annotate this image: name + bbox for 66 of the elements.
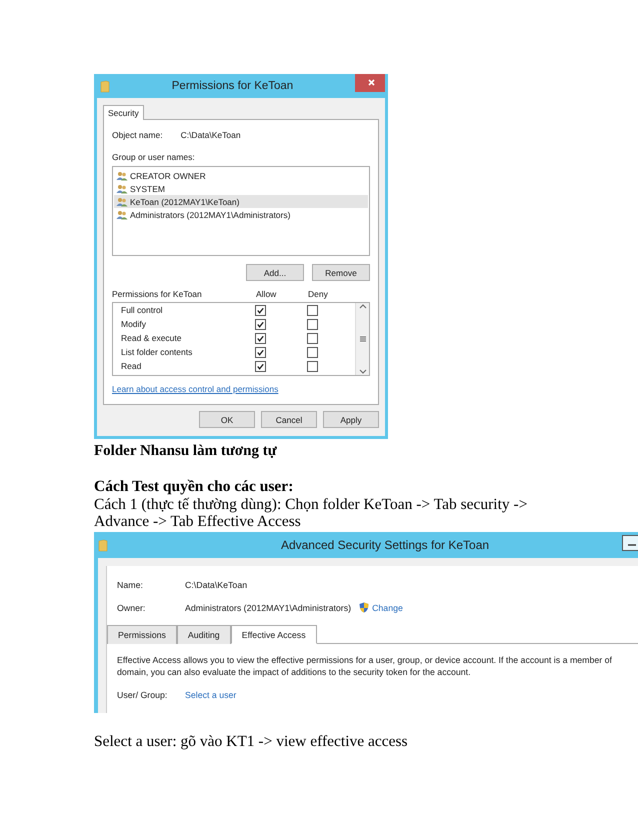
allow-checkbox[interactable] [255,346,266,358]
folder-icon [98,538,108,552]
change-link[interactable]: Change [372,602,403,612]
field-label: Owner: [117,602,146,612]
note-text: Folder Nhansu làm tương tự [94,443,278,460]
description-text: Effective Access allows you to view the effective permissions for a user, group, or device account. If the account is a member of [117,654,613,666]
list-label: Permissions for KeToan [112,289,203,299]
tab[interactable]: Auditing [176,625,231,644]
scrollbar[interactable] [355,303,369,375]
user-item[interactable]: SYSTEM [114,182,368,195]
users-icon [116,196,128,206]
users-icon [116,170,128,180]
user-item[interactable]: Administrators (2012MAY1\Administrators) [114,208,368,221]
dialog-button[interactable]: Apply [323,411,379,428]
owner-name: Administrators (2012MAY1\Administrators) [185,602,352,612]
permission-name: Full control [121,305,164,315]
help-link[interactable]: Learn about access control and permissions [112,384,278,394]
permission-name: Read [121,361,142,371]
allow-checkbox[interactable] [255,318,266,330]
window-title: Permissions for KeToan [170,80,294,92]
scroll-up-icon[interactable] [358,303,366,311]
deny-checkbox[interactable] [307,346,318,358]
deny-checkbox[interactable] [307,332,318,344]
column-header: Deny [308,289,329,299]
tab[interactable]: Security [103,105,144,120]
object-name: C:\Data\KeToan [180,130,241,140]
permission-name: List folder contents [121,347,194,357]
select-user-link[interactable]: Select a user [185,690,236,700]
tab[interactable]: Effective Access [230,625,317,644]
close-icon [368,79,375,86]
tab[interactable]: Permissions [107,625,177,644]
scroll-down-icon[interactable] [358,367,366,375]
field-label: Name: [117,580,144,590]
field-label: User/ Group: [117,690,168,700]
instruction-text: Advance -> Tab Effective Access [94,513,302,530]
user-item[interactable]: CREATOR OWNER [114,169,368,182]
deny-checkbox[interactable] [307,318,318,330]
dialog-button[interactable]: OK [199,411,255,428]
users-icon [116,210,128,220]
description-text: domain, you can also evaluate the impact of additions to the security token for the account. [117,666,472,678]
folder-icon [100,80,110,92]
dialog-button[interactable]: Add... [246,264,304,281]
list-label: Group or user names: [112,152,195,162]
dialog-button[interactable]: Cancel [261,411,317,428]
field-label: Object name: [112,130,163,140]
deny-checkbox[interactable] [307,360,318,372]
window-title: Advanced Security Settings for KeToan [280,538,490,552]
column-header: Allow [256,289,278,299]
close-button[interactable] [355,74,385,92]
allow-checkbox[interactable] [255,360,266,372]
shield-icon [359,602,370,613]
footer-text: Select a user: gõ vào KT1 -> view effective access [94,733,409,751]
instruction-text: Cách 1 (thực tế thường dùng): Chọn folder KeToan -> Tab security -> [94,496,528,513]
section-heading: Cách Test quyền cho các user: [94,478,294,496]
minimize-button[interactable] [622,535,638,551]
object-name: C:\Data\KeToan [185,580,248,590]
permission-name: Read & execute [121,333,182,343]
permission-name: Modify [121,319,148,329]
scroll-grip-icon[interactable] [358,335,366,343]
user-item[interactable]: KeToan (2012MAY1\KeToan) [114,195,368,208]
allow-checkbox[interactable] [255,304,266,316]
deny-checkbox[interactable] [307,304,318,316]
minimize-icon [628,544,636,546]
users-icon [116,184,128,194]
allow-checkbox[interactable] [255,332,266,344]
dialog-button[interactable]: Remove [312,264,370,281]
